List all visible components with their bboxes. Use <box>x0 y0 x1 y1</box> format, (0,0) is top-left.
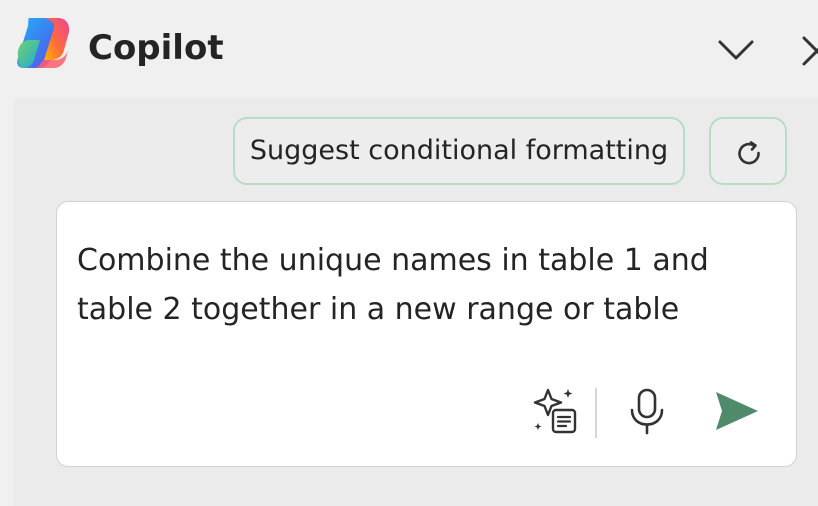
send-icon[interactable] <box>711 388 761 434</box>
toolbar-divider <box>595 388 597 438</box>
microphone-icon[interactable] <box>623 386 671 436</box>
chevron-down-icon[interactable] <box>714 30 758 68</box>
copilot-logo-icon <box>17 18 70 68</box>
prompt-line-2: table 2 together in a new range or table <box>77 292 680 327</box>
close-icon[interactable] <box>800 30 818 68</box>
prompt-composer[interactable]: Combine the unique names in table 1 and … <box>56 201 797 467</box>
pane-header: Copilot <box>0 0 818 98</box>
copilot-pane: Copilot Suggest conditional formatting C… <box>0 0 818 506</box>
suggestion-chip[interactable]: Suggest conditional formatting <box>233 117 685 185</box>
sparkle-prompt-icon[interactable] <box>531 386 581 436</box>
refresh-suggestions-button[interactable] <box>709 117 787 185</box>
refresh-icon <box>738 141 760 165</box>
prompt-line-1: Combine the unique names in table 1 and <box>77 243 709 278</box>
prompt-input[interactable]: Combine the unique names in table 1 and … <box>77 236 757 334</box>
app-title: Copilot <box>88 28 224 68</box>
